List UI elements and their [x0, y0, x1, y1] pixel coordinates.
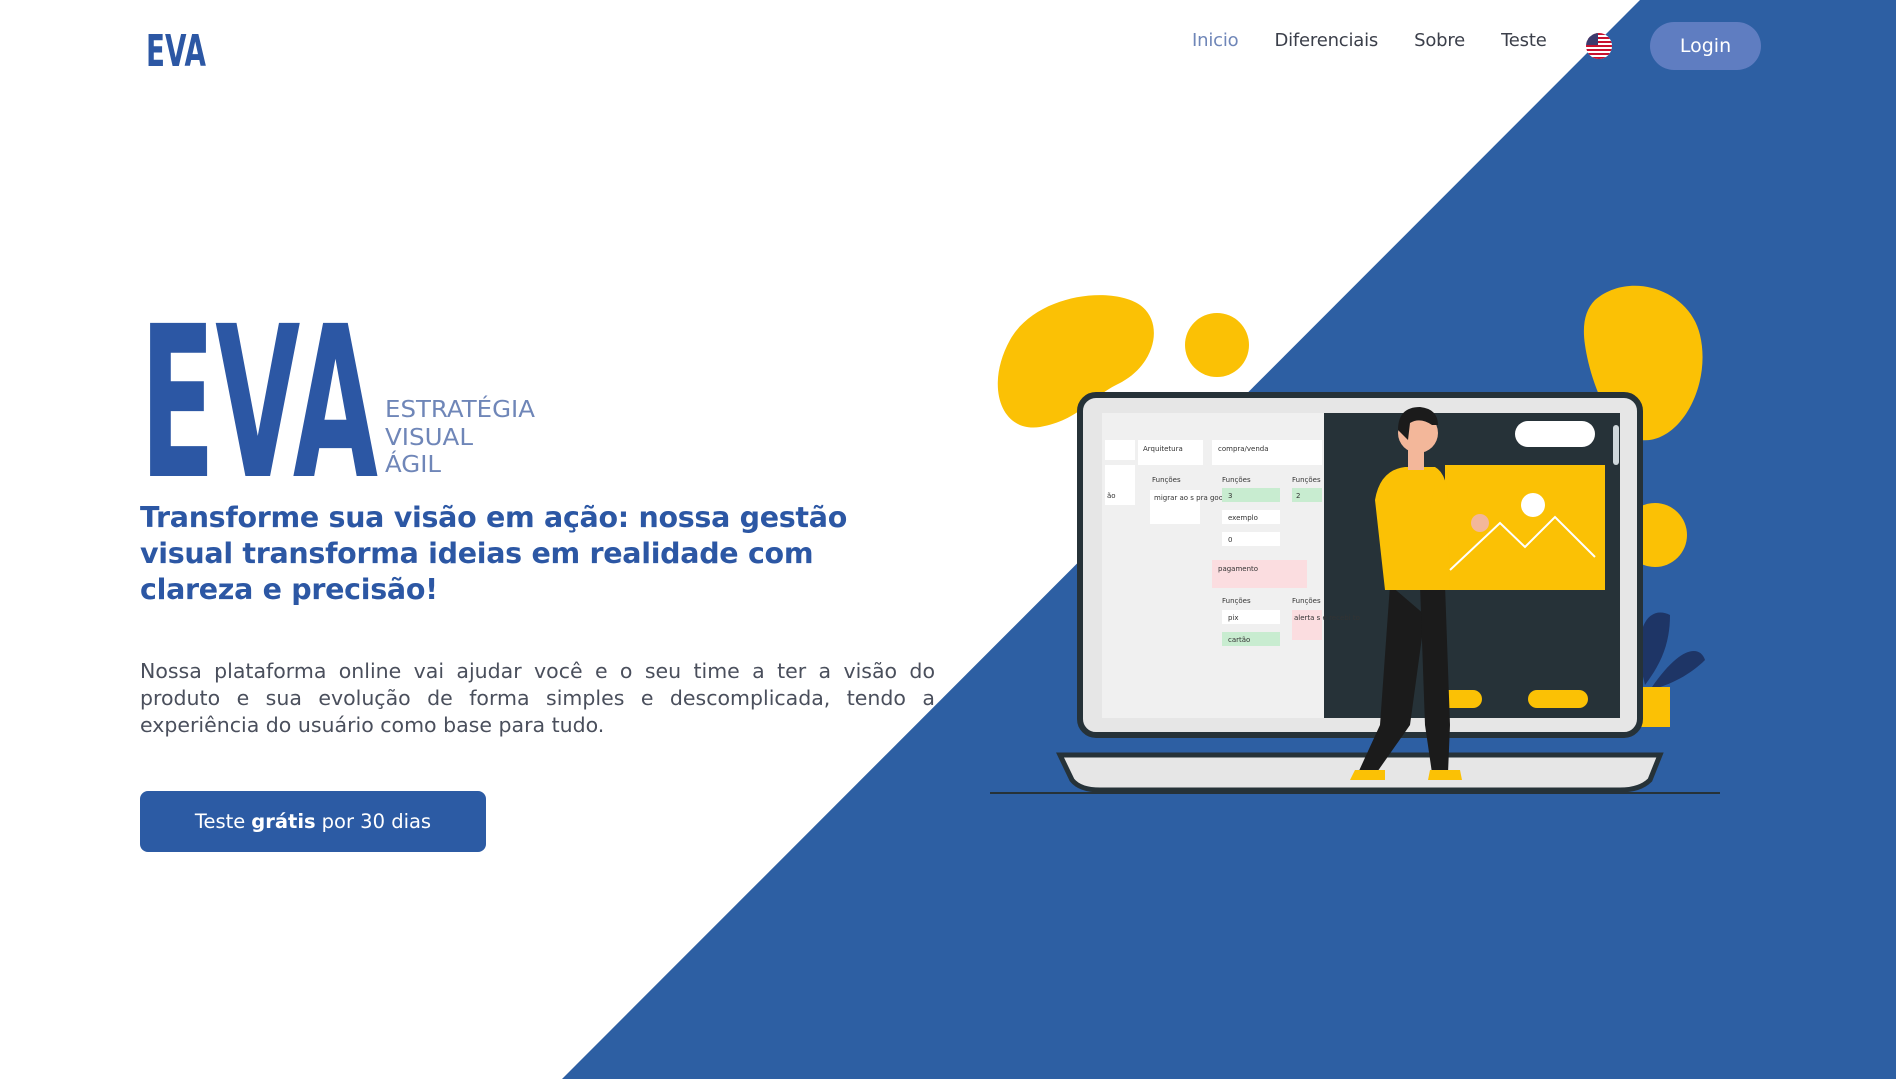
screen-yellow-pill-right — [1528, 690, 1588, 708]
hero-description: Nossa plataforma online vai ajudar você … — [140, 659, 935, 737]
svg-text:EVA: EVA — [146, 28, 206, 70]
board-section-funcoes-5: Funções — [1292, 597, 1321, 605]
hero-illustration: ão Arquitetura Funções migrar ao s pra g… — [990, 285, 1720, 794]
board-card-3: 3 — [1228, 492, 1232, 500]
nav-link-teste[interactable]: Teste — [1501, 30, 1547, 51]
logo-subtitle-line-1: ESTRATÉGIA — [385, 395, 535, 423]
logo-text: EVA — [140, 314, 378, 480]
board-card-exemplo: exemplo — [1228, 514, 1258, 522]
board-card-0: 0 — [1228, 536, 1232, 544]
board-card-cartao: cartão — [1228, 636, 1250, 644]
free-trial-button[interactable]: Teste grátis por 30 dias — [140, 791, 486, 852]
hero-tagline: Transforme sua visão em ação: nossa gest… — [140, 501, 847, 606]
logo-subtitle-line-2: VISUAL — [385, 425, 473, 451]
board-section-funcoes-1: Funções — [1152, 476, 1181, 484]
board-column-arquitetura: Arquitetura — [1143, 445, 1183, 453]
nav-link-inicio[interactable]: Inicio — [1192, 30, 1239, 51]
cta-suffix: por 30 dias — [321, 810, 432, 833]
board-column-compra-venda: compra/venda — [1218, 445, 1269, 453]
cta-bold: grátis — [251, 810, 316, 833]
site-header: EVA Inicio Diferenciais Sobre Teste Logi… — [0, 0, 1896, 92]
main-nav: Inicio Diferenciais Sobre Teste — [1192, 30, 1583, 51]
board-partial-text: ão — [1107, 492, 1116, 500]
board-card-alerta: alerta s e recebi to — [1294, 614, 1360, 622]
board-section-funcoes-3: Funções — [1292, 476, 1321, 484]
login-button[interactable]: Login — [1650, 22, 1761, 70]
cta-prefix: Teste — [194, 810, 246, 833]
logo-subtitle-line-3: ÁGIL — [385, 450, 441, 478]
board-highlight-pagamento: pagamento — [1218, 565, 1258, 573]
eva-logo-small[interactable]: EVA — [146, 28, 208, 70]
screen-pill — [1515, 421, 1595, 447]
screen-scrollbar — [1613, 425, 1619, 465]
eva-logo-large: EVA ESTRATÉGIA VISUAL ÁGIL — [140, 314, 535, 480]
board-section-funcoes-4: Funções — [1222, 597, 1251, 605]
nav-link-sobre[interactable]: Sobre — [1414, 30, 1465, 51]
board-card-2: 2 — [1296, 492, 1300, 500]
yellow-dot-top — [1185, 313, 1249, 377]
nav-link-diferenciais[interactable]: Diferenciais — [1274, 30, 1378, 51]
board-card-pix: pix — [1228, 614, 1239, 622]
board-section-funcoes-2: Funções — [1222, 476, 1251, 484]
us-flag-icon[interactable] — [1586, 33, 1612, 59]
